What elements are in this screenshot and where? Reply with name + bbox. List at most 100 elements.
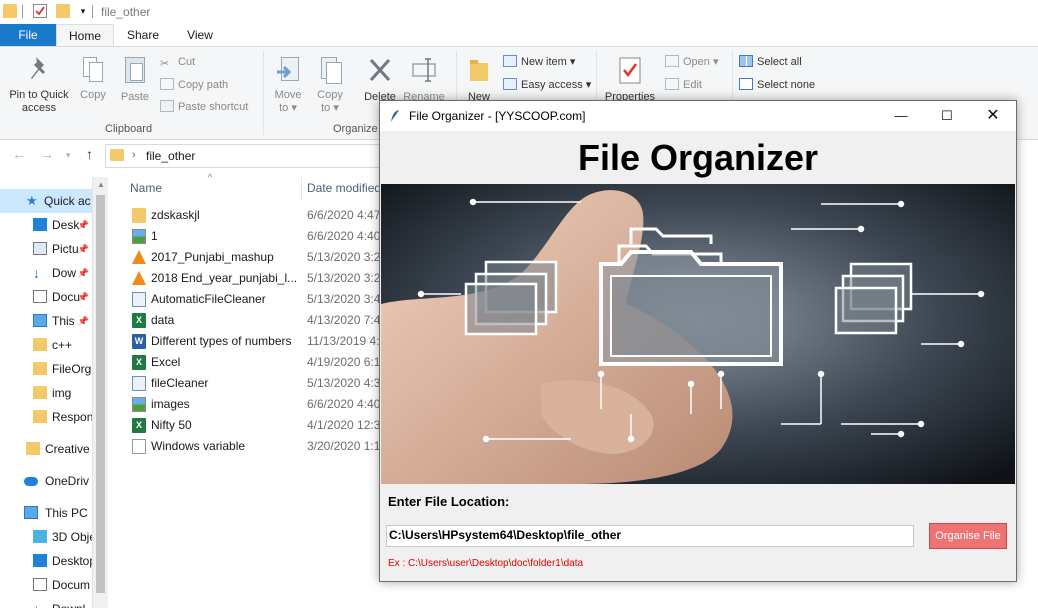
scroll-up-icon[interactable]: ▲ — [97, 180, 105, 189]
file-row[interactable]: X data 4/13/2020 7:4 — [124, 310, 394, 331]
copy-path-label: Copy path — [178, 79, 229, 91]
organizer-title-bar[interactable]: File Organizer - [YYSCOOP.com] — ☐ ✕ — [380, 101, 1016, 131]
paste-shortcut-icon — [160, 100, 174, 112]
delete-button[interactable]: Delete — [358, 55, 402, 104]
file-row[interactable]: 1 6/6/2020 4:40 — [124, 226, 394, 247]
nav-item-onedrive[interactable]: OneDriv — [0, 469, 92, 493]
nav-item-cpp[interactable]: c++ — [0, 333, 92, 357]
close-button[interactable]: ✕ — [970, 101, 1016, 131]
paste-shortcut-label: Paste shortcut — [178, 101, 249, 113]
move-to-button[interactable]: Move to ▾ — [270, 55, 306, 115]
clipboard-group-label: Clipboard — [105, 123, 153, 135]
word-file-icon: W — [132, 334, 146, 349]
documents-icon — [33, 578, 47, 591]
back-arrow-icon[interactable]: ← — [12, 146, 26, 162]
select-all-button[interactable]: Select all — [739, 55, 802, 69]
chevron-right-icon[interactable]: › — [132, 149, 136, 161]
new-item-button[interactable]: New item ▾ — [503, 55, 575, 69]
tab-share[interactable]: Share — [114, 24, 172, 46]
file-row[interactable]: 2017_Punjabi_mashup 5/13/2020 3:2 — [124, 247, 394, 268]
edit-button[interactable]: Edit — [665, 78, 702, 92]
image-file-icon — [132, 229, 146, 244]
pin-icon: 📌 — [77, 244, 89, 254]
tab-file[interactable]: File — [0, 24, 56, 46]
easy-access-button[interactable]: Easy access ▾ — [503, 78, 591, 92]
cut-button[interactable]: ✂ Cut — [160, 55, 196, 70]
nav-item-this-pc[interactable]: This PC — [0, 501, 92, 525]
star-icon: ★ — [26, 193, 38, 208]
computer-icon — [24, 506, 38, 519]
column-header-date[interactable]: Date modified — [307, 181, 381, 195]
forward-arrow-icon[interactable]: → — [40, 146, 54, 162]
folder-icon — [33, 338, 47, 351]
easy-access-label: Easy access — [521, 79, 583, 91]
file-row[interactable]: X Nifty 50 4/1/2020 12:3 — [124, 415, 394, 436]
paste-button[interactable]: Paste — [116, 55, 154, 104]
window-path-title: file_other — [101, 5, 151, 19]
open-button[interactable]: Open ▾ — [665, 55, 719, 69]
chevron-down-icon[interactable]: ▾ — [66, 150, 71, 161]
copy-button[interactable]: Copy — [76, 55, 110, 102]
pin-to-quick-access-button[interactable]: Pin to Quick access — [4, 55, 74, 115]
nav-item-documents-pc[interactable]: Docum — [0, 573, 92, 597]
nav-item-fileorg[interactable]: FileOrg — [0, 357, 92, 381]
nav-item-3d-objects[interactable]: 3D Obje — [0, 525, 92, 549]
nav-item-creative-cloud[interactable]: Creative — [0, 437, 92, 461]
pin-label-line2: access — [21, 102, 57, 114]
excel-file-icon: X — [132, 418, 146, 433]
organise-file-button[interactable]: Organise File — [929, 523, 1007, 549]
copy-path-button[interactable]: Copy path — [160, 78, 228, 92]
copy-to-button[interactable]: Copy to ▾ — [312, 55, 348, 115]
nav-item-desktop-pc[interactable]: Desktop — [0, 549, 92, 573]
nav-item-downloads[interactable]: ↓ Dow 📌 — [0, 261, 92, 285]
desktop-icon — [33, 554, 47, 567]
file-row[interactable]: fileCleaner 5/13/2020 4:3 — [124, 373, 394, 394]
nav-item-quick-access[interactable]: ★ Quick ac — [0, 189, 92, 213]
file-row[interactable]: 2018 End_year_punjabi_l... 5/13/2020 3:2 — [124, 268, 394, 289]
organizer-heading: File Organizer — [577, 137, 819, 178]
scroll-thumb[interactable] — [96, 195, 105, 593]
nav-item-desktop[interactable]: Desk 📌 — [0, 213, 92, 237]
file-location-input[interactable]: C:\Users\HPsystem64\Desktop\file_other — [386, 525, 914, 547]
properties-button[interactable]: Properties — [602, 55, 658, 104]
folder-icon — [33, 362, 47, 375]
copy-label: Copy — [80, 89, 106, 101]
file-row[interactable]: X Excel 4/19/2020 6:1 — [124, 352, 394, 373]
paste-icon — [123, 55, 147, 85]
address-path-box[interactable]: › file_other — [105, 144, 405, 168]
new-folder-quick-icon[interactable] — [56, 4, 70, 18]
folder-icon — [132, 208, 146, 223]
file-row[interactable]: W Different types of numbers 11/13/2019 … — [124, 331, 394, 352]
folder-icon — [33, 410, 47, 423]
properties-quick-icon[interactable] — [33, 4, 47, 18]
file-row[interactable]: Windows variable 3/20/2020 1:1 — [124, 436, 394, 457]
nav-item-respon[interactable]: Respon — [0, 405, 92, 429]
documents-icon — [33, 290, 47, 303]
tab-view[interactable]: View — [172, 24, 228, 46]
nav-item-documents[interactable]: Docu 📌 — [0, 285, 92, 309]
file-row[interactable]: images 6/6/2020 4:40 — [124, 394, 394, 415]
chevron-down-icon[interactable]: ▾ — [76, 4, 90, 18]
cut-label: Cut — [178, 56, 196, 68]
new-folder-button[interactable]: New — [462, 55, 496, 104]
minimize-button[interactable]: — — [878, 101, 924, 131]
properties-icon — [617, 55, 643, 85]
nav-item-this-pc-pinned[interactable]: This 📌 — [0, 309, 92, 333]
column-header-name[interactable]: Name — [130, 181, 162, 195]
rename-button[interactable]: Rename — [402, 55, 446, 104]
file-list: ^ Name Date modified zdskaskjl 6/6/2020 … — [124, 172, 394, 608]
select-none-button[interactable]: Select none — [739, 78, 815, 92]
nav-scrollbar[interactable]: ▲ — [92, 177, 108, 608]
sort-chevron-icon: ^ — [208, 172, 213, 182]
nav-item-pictures[interactable]: Pictu 📌 — [0, 237, 92, 261]
tab-home[interactable]: Home — [56, 24, 114, 46]
maximize-button[interactable]: ☐ — [924, 101, 970, 131]
file-row[interactable]: AutomaticFileCleaner 5/13/2020 3:40 — [124, 289, 394, 310]
paste-shortcut-button[interactable]: Paste shortcut — [160, 100, 248, 114]
image-file-icon — [132, 397, 146, 412]
nav-item-img[interactable]: img — [0, 381, 92, 405]
file-row[interactable]: zdskaskjl 6/6/2020 4:47 — [124, 205, 394, 226]
nav-item-downloads-pc[interactable]: ↓ Downl — [0, 597, 92, 608]
delete-icon — [366, 55, 394, 85]
up-arrow-icon[interactable]: ↑ — [86, 146, 93, 162]
